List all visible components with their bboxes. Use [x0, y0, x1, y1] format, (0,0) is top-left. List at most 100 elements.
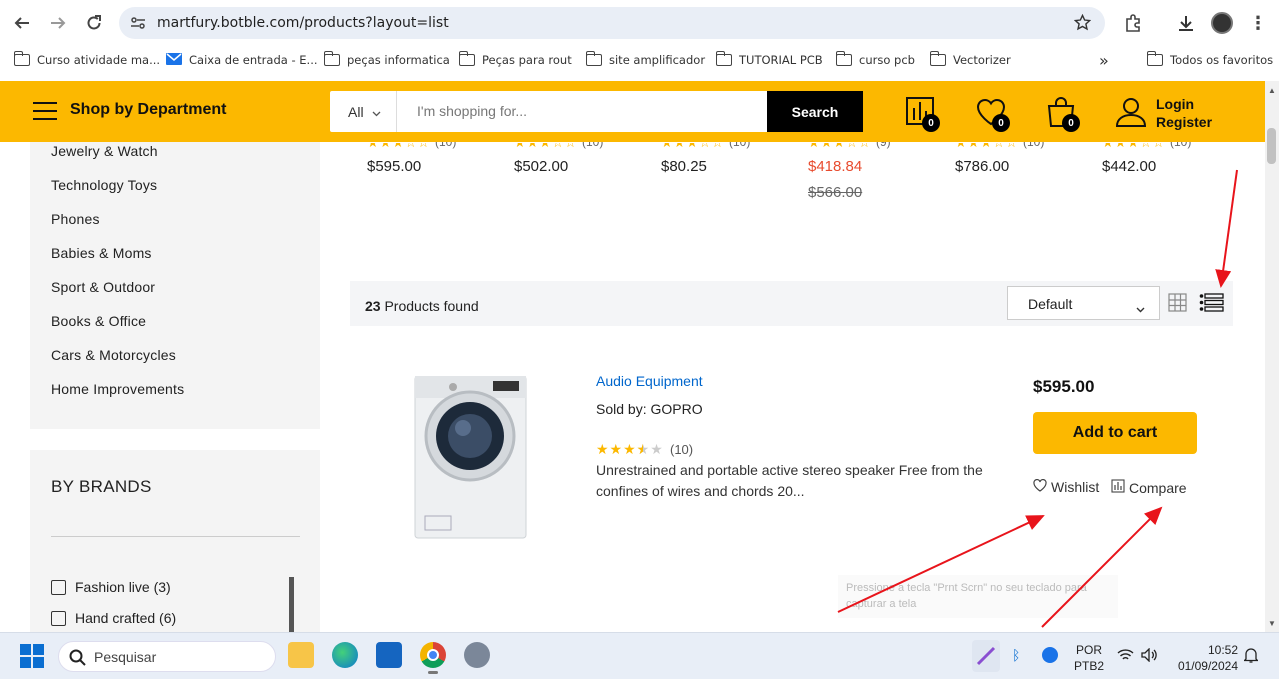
windows-start-icon[interactable] [20, 644, 44, 673]
scroll-down-arrow-icon[interactable]: ▼ [1268, 619, 1276, 628]
bookmark-item[interactable]: peças informatica [323, 46, 450, 74]
taskbar-search[interactable]: Pesquisar [58, 641, 276, 672]
category-link[interactable]: Phones [51, 211, 100, 227]
brand-checkbox[interactable] [51, 611, 66, 626]
chevron-down-icon [372, 104, 381, 120]
store-icon[interactable] [376, 642, 402, 668]
category-link[interactable]: Home Improvements [51, 381, 184, 397]
login-link[interactable]: Login [1156, 95, 1212, 113]
brands-scrollbar[interactable] [289, 577, 294, 632]
site-info-icon[interactable] [130, 15, 146, 36]
profile-avatar[interactable] [1208, 9, 1236, 37]
sort-value: Default [1028, 296, 1073, 312]
heart-icon [1033, 478, 1047, 495]
browser-menu-icon[interactable]: ⋮ [1244, 9, 1272, 37]
all-bookmarks[interactable]: Todos os favoritos [1146, 46, 1273, 74]
system-clock[interactable]: 10:52 01/09/2024 [1174, 642, 1238, 674]
folder-icon [323, 51, 340, 66]
category-link[interactable]: Jewelry & Watch [51, 143, 158, 159]
compare-count-badge: 0 [922, 114, 940, 132]
extensions-icon[interactable] [1119, 9, 1147, 37]
pen-app-icon[interactable] [972, 640, 1000, 672]
bookmark-item[interactable]: site amplificador [585, 46, 706, 74]
register-link[interactable]: Register [1156, 113, 1212, 131]
product-price: $442.00 [1102, 158, 1157, 175]
rating-stars: ★★★★★★ [596, 441, 664, 457]
bookmark-item[interactable]: curso pcb [835, 46, 915, 74]
product-description: Unrestrained and portable active stereo … [596, 462, 983, 499]
clock-time: 10:52 [1207, 643, 1238, 657]
chrome-icon[interactable] [420, 642, 446, 668]
forward-icon[interactable] [44, 9, 72, 37]
bookmark-item[interactable]: Caixa de entrada - E... [166, 46, 318, 74]
category-select[interactable]: All [330, 91, 397, 132]
scroll-thumb[interactable] [1267, 128, 1276, 164]
search-form: All I'm shopping for... Search [330, 91, 863, 132]
bookmark-label: TUTORIAL PCB [739, 53, 823, 67]
products-found-label: Products found [384, 298, 479, 314]
bookmark-label: Curso atividade ma... [37, 53, 161, 67]
product-price: $502.00 [514, 158, 569, 175]
folder-icon [1146, 51, 1163, 66]
divider [51, 536, 300, 537]
edge-icon[interactable] [332, 642, 358, 668]
old-price: $566.00 [808, 184, 863, 201]
brand-checkbox[interactable] [51, 580, 66, 595]
notification-bell-icon[interactable] [1242, 648, 1260, 668]
back-icon[interactable] [8, 9, 36, 37]
address-bar[interactable]: martfury.botble.com/products?layout=list [119, 7, 1105, 39]
bookmark-star-icon[interactable] [1073, 13, 1092, 36]
wishlist-link[interactable]: Wishlist [1033, 478, 1099, 495]
settings-gear-icon[interactable] [464, 642, 490, 668]
sort-select[interactable]: Default [1007, 286, 1160, 320]
file-explorer-icon[interactable] [288, 642, 314, 668]
search-input[interactable]: I'm shopping for... [417, 103, 527, 119]
folder-icon [715, 51, 732, 66]
list-view-icon[interactable] [1199, 293, 1224, 317]
bookmark-item[interactable]: TUTORIAL PCB [715, 46, 823, 74]
chevron-down-icon [1136, 300, 1145, 318]
reload-icon[interactable] [80, 9, 108, 37]
folder-icon [929, 51, 946, 66]
language-indicator[interactable]: POR PTB2 [1074, 642, 1104, 674]
download-icon[interactable] [1172, 9, 1200, 37]
screenshot-toast: Pressione a tecla "Prnt Scrn" no seu tec… [838, 575, 1118, 618]
category-link[interactable]: Babies & Moms [51, 245, 152, 261]
cart-count-badge: 0 [1062, 114, 1080, 132]
compare-chart-icon [1111, 479, 1125, 496]
product-image[interactable] [413, 375, 528, 539]
menu-icon[interactable] [33, 102, 57, 120]
product-seller: Sold by: GOPRO [596, 401, 703, 417]
bookmark-label: Peças para rout [482, 53, 572, 67]
bookmark-item[interactable]: Vectorizer [929, 46, 1011, 74]
product-category-link[interactable]: Audio Equipment [596, 373, 703, 389]
grid-view-icon[interactable] [1168, 293, 1187, 317]
brand-label[interactable]: Hand crafted (6) [75, 610, 176, 626]
scroll-up-arrow-icon[interactable]: ▲ [1268, 86, 1276, 95]
product-price: $595.00 [367, 158, 422, 175]
bluetooth-icon[interactable]: ᛒ [1012, 647, 1020, 663]
folder-icon [835, 51, 852, 66]
bookmark-item[interactable]: Peças para rout [458, 46, 572, 74]
compare-link[interactable]: Compare [1111, 479, 1187, 496]
login-register[interactable]: Login Register [1156, 95, 1212, 131]
brand-label[interactable]: Fashion live (3) [75, 579, 171, 595]
add-to-cart-button[interactable]: Add to cart [1033, 412, 1197, 454]
category-link[interactable]: Cars & Motorcycles [51, 347, 176, 363]
category-link[interactable]: Technology Toys [51, 177, 157, 193]
category-link[interactable]: Books & Office [51, 313, 146, 329]
wifi-icon[interactable] [1117, 648, 1134, 667]
compare-label: Compare [1129, 479, 1187, 496]
keyboard-layout: PTB2 [1074, 659, 1105, 673]
security-shield-icon[interactable] [1042, 647, 1058, 663]
volume-icon[interactable] [1141, 647, 1158, 667]
search-button[interactable]: Search [767, 91, 863, 132]
bookmark-label: Vectorizer [953, 53, 1011, 67]
shop-by-department[interactable]: Shop by Department [70, 101, 226, 119]
user-icon[interactable] [1115, 96, 1147, 128]
bookmark-item[interactable]: Curso atividade ma... [13, 46, 161, 74]
category-link[interactable]: Sport & Outdoor [51, 279, 155, 295]
bookmarks-overflow-icon[interactable]: » [1099, 46, 1109, 74]
browser-chrome: martfury.botble.com/products?layout=list… [0, 0, 1279, 81]
bookmark-label: site amplificador [609, 53, 706, 67]
